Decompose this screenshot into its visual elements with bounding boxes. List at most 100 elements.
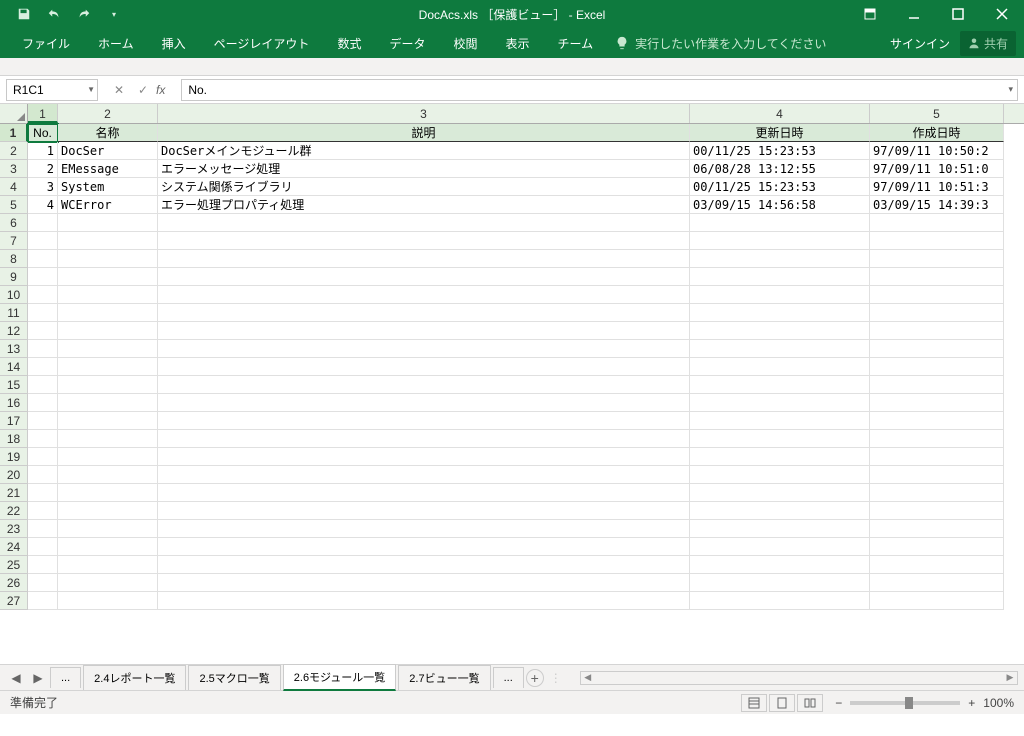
row-header[interactable]: 12 xyxy=(0,322,28,340)
row-header[interactable]: 18 xyxy=(0,430,28,448)
cell[interactable] xyxy=(28,430,58,448)
horizontal-scrollbar[interactable]: ◀ ▶ xyxy=(580,671,1018,685)
cancel-formula-icon[interactable]: ✕ xyxy=(108,79,130,101)
sheet-tab-more-left[interactable]: ... xyxy=(50,667,81,688)
cell[interactable] xyxy=(870,214,1004,232)
cell[interactable] xyxy=(690,520,870,538)
row-header[interactable]: 7 xyxy=(0,232,28,250)
expand-formula-icon[interactable]: ▾ xyxy=(1008,84,1013,95)
row-header[interactable]: 11 xyxy=(0,304,28,322)
row-header[interactable]: 15 xyxy=(0,376,28,394)
cell[interactable] xyxy=(58,538,158,556)
cell[interactable] xyxy=(28,304,58,322)
cell[interactable] xyxy=(690,250,870,268)
cell[interactable]: 97/09/11 10:51:3 xyxy=(870,178,1004,196)
cell[interactable]: システム関係ライブラリ xyxy=(158,178,690,196)
cell[interactable] xyxy=(58,322,158,340)
cell[interactable] xyxy=(28,232,58,250)
cell[interactable] xyxy=(28,520,58,538)
cell[interactable] xyxy=(28,250,58,268)
col-header[interactable]: 1 xyxy=(28,104,58,123)
cell[interactable] xyxy=(870,484,1004,502)
cell[interactable] xyxy=(28,286,58,304)
cell[interactable] xyxy=(870,376,1004,394)
cell[interactable] xyxy=(690,466,870,484)
cell[interactable]: 00/11/25 15:23:53 xyxy=(690,142,870,160)
tab-pagelayout[interactable]: ページレイアウト xyxy=(200,29,324,58)
view-pagelayout-icon[interactable] xyxy=(769,694,795,712)
close-icon[interactable] xyxy=(980,0,1024,28)
tab-formulas[interactable]: 数式 xyxy=(323,29,375,58)
cell[interactable] xyxy=(58,574,158,592)
tab-review[interactable]: 校閲 xyxy=(439,29,491,58)
cell[interactable] xyxy=(870,268,1004,286)
tab-insert[interactable]: 挿入 xyxy=(148,29,200,58)
select-all-corner[interactable] xyxy=(0,104,28,123)
row-header[interactable]: 20 xyxy=(0,466,28,484)
cell[interactable] xyxy=(58,340,158,358)
cell[interactable] xyxy=(690,592,870,610)
cell[interactable] xyxy=(28,538,58,556)
cell[interactable] xyxy=(58,286,158,304)
cell[interactable] xyxy=(58,556,158,574)
cell[interactable] xyxy=(690,430,870,448)
save-icon[interactable] xyxy=(10,2,38,26)
cell[interactable] xyxy=(690,268,870,286)
cell[interactable] xyxy=(158,394,690,412)
cell[interactable] xyxy=(158,376,690,394)
cell[interactable] xyxy=(28,394,58,412)
cell[interactable] xyxy=(158,340,690,358)
cell[interactable] xyxy=(870,520,1004,538)
cell[interactable] xyxy=(158,502,690,520)
row-header[interactable]: 17 xyxy=(0,412,28,430)
row-header[interactable]: 23 xyxy=(0,520,28,538)
cell[interactable] xyxy=(28,322,58,340)
chevron-down-icon[interactable]: ▼ xyxy=(87,85,95,94)
cell[interactable] xyxy=(870,430,1004,448)
cell[interactable] xyxy=(28,484,58,502)
cell[interactable] xyxy=(158,466,690,484)
signin-link[interactable]: サインイン xyxy=(890,35,950,52)
cell[interactable] xyxy=(58,448,158,466)
cell[interactable] xyxy=(58,232,158,250)
cell[interactable] xyxy=(690,556,870,574)
cell[interactable] xyxy=(870,574,1004,592)
cell[interactable] xyxy=(158,268,690,286)
row-header[interactable]: 3 xyxy=(0,160,28,178)
cell[interactable]: 3 xyxy=(28,178,58,196)
cell[interactable]: DocSerメインモジュール群 xyxy=(158,142,690,160)
cell[interactable] xyxy=(158,358,690,376)
cell[interactable] xyxy=(870,502,1004,520)
row-header[interactable]: 1 xyxy=(0,124,28,142)
row-header[interactable]: 10 xyxy=(0,286,28,304)
cell[interactable] xyxy=(158,304,690,322)
row-header[interactable]: 25 xyxy=(0,556,28,574)
cell[interactable] xyxy=(58,466,158,484)
sheet-tab[interactable]: 2.4レポート一覧 xyxy=(83,665,186,690)
cell[interactable] xyxy=(58,592,158,610)
cell[interactable] xyxy=(690,574,870,592)
cell[interactable] xyxy=(870,466,1004,484)
cell[interactable] xyxy=(28,556,58,574)
tab-data[interactable]: データ xyxy=(375,29,439,58)
cell[interactable] xyxy=(158,484,690,502)
qat-customize-icon[interactable]: ▾ xyxy=(100,2,128,26)
cell[interactable] xyxy=(690,340,870,358)
cell[interactable] xyxy=(158,412,690,430)
col-header[interactable]: 2 xyxy=(58,104,158,123)
cell[interactable] xyxy=(690,394,870,412)
cell[interactable]: エラーメッセージ処理 xyxy=(158,160,690,178)
cell[interactable] xyxy=(158,250,690,268)
cell[interactable] xyxy=(58,430,158,448)
cell[interactable] xyxy=(870,556,1004,574)
cell[interactable] xyxy=(58,214,158,232)
sheet-tab[interactable]: 2.7ビュー一覧 xyxy=(398,665,490,690)
cell[interactable] xyxy=(28,466,58,484)
cell[interactable] xyxy=(158,448,690,466)
cell[interactable] xyxy=(58,358,158,376)
cell[interactable] xyxy=(158,574,690,592)
row-header[interactable]: 6 xyxy=(0,214,28,232)
zoom-slider[interactable] xyxy=(850,701,960,705)
cell[interactable] xyxy=(870,592,1004,610)
cell[interactable] xyxy=(870,232,1004,250)
